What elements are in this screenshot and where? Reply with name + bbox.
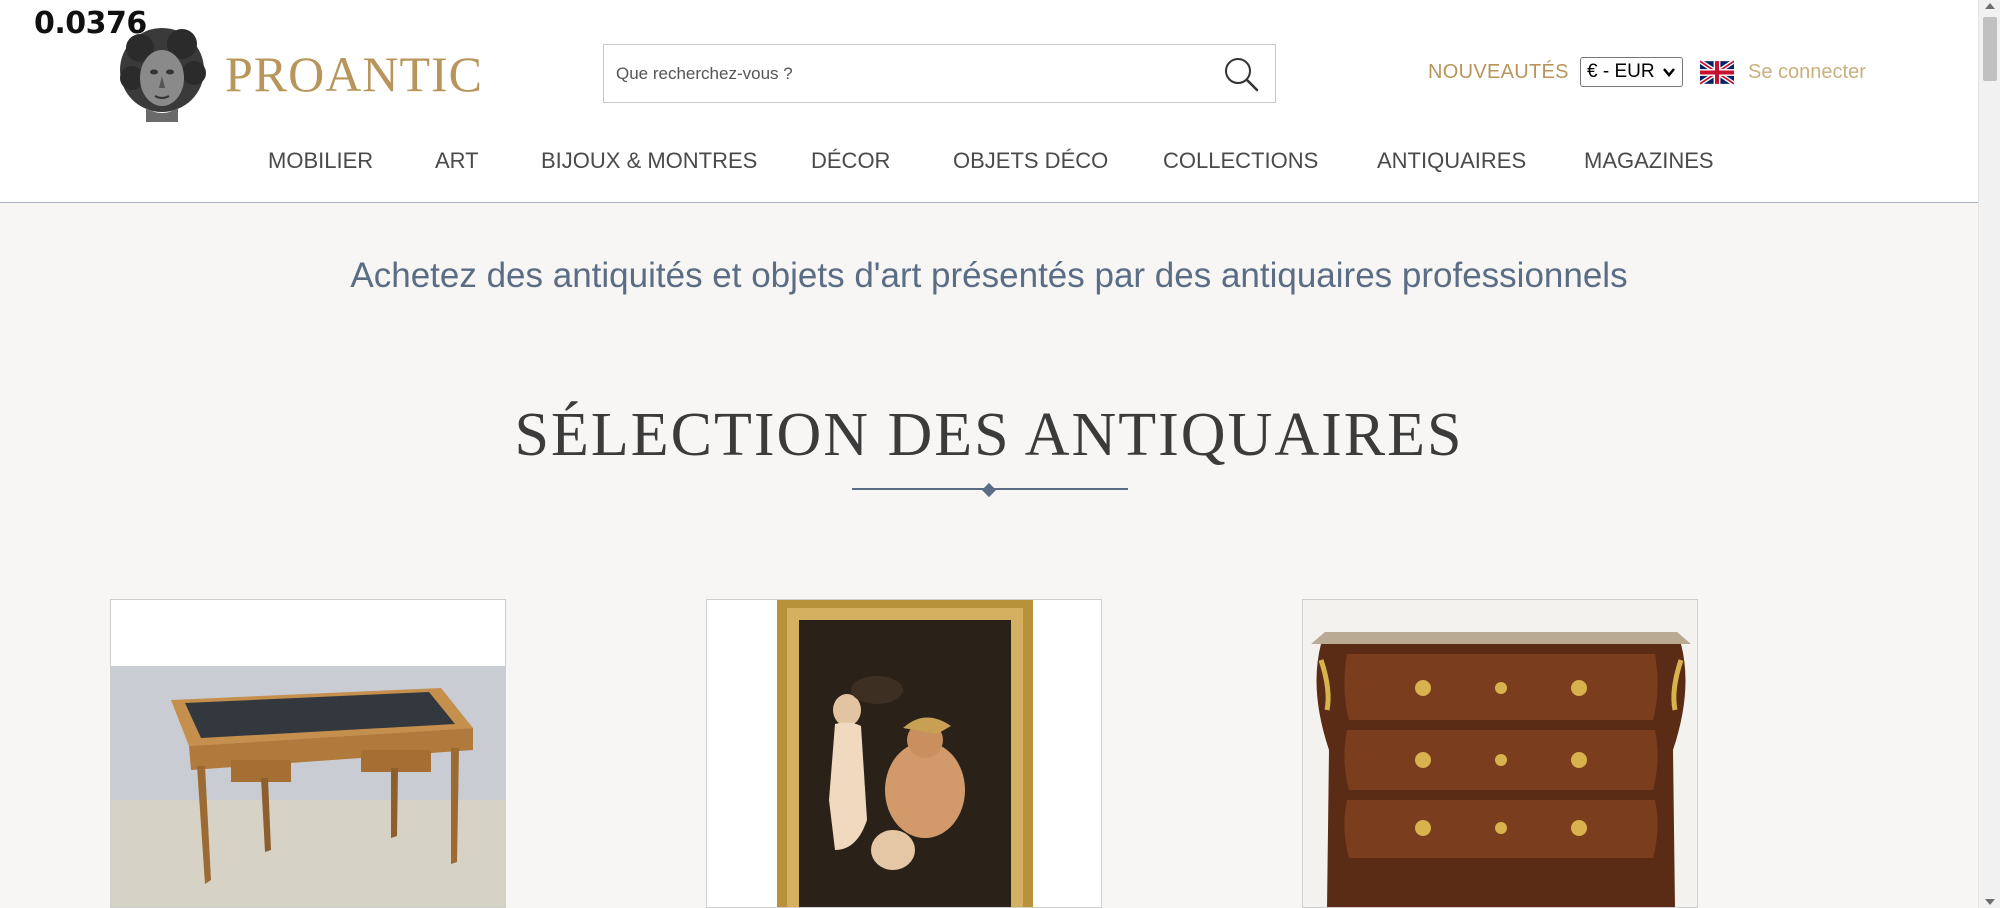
scroll-up-arrow-icon[interactable] [1985,3,1995,9]
scrollbar-thumb[interactable] [1983,17,1997,81]
nav-item-objets-deco[interactable]: OBJETS DÉCO [953,148,1108,174]
scroll-down-arrow-icon[interactable] [1985,899,1995,905]
product-card[interactable] [1302,599,1698,908]
currency-select[interactable]: € - EUR [1580,57,1683,87]
section-title: SÉLECTION DES ANTIQUAIRES [514,401,1464,469]
product-card[interactable] [110,599,506,908]
product-card[interactable] [706,599,1102,908]
nav-item-antiquaires[interactable]: ANTIQUAIRES [1377,148,1526,174]
page-scrollbar[interactable] [1978,0,2000,908]
search-icon[interactable] [1221,54,1261,94]
overlay-value: 0.0376 [34,6,147,41]
nav-item-magazines[interactable]: MAGAZINES [1584,148,1714,174]
search-box [603,44,1276,103]
site-header: PROANTIC NOUVEAUTÉS € - EUR Se connecter… [0,0,1978,203]
chevron-down-icon [1663,68,1675,77]
tagline: Achetez des antiquités et objets d'art p… [350,256,1628,295]
nav-item-mobilier[interactable]: MOBILIER [268,148,373,174]
product-image-desk[interactable] [111,600,506,908]
main-nav: MOBILIER ART BIJOUX & MONTRES DÉCOR OBJE… [0,148,1978,178]
title-divider-ornament [981,482,997,498]
product-image-painting[interactable] [707,600,1102,908]
search-input[interactable] [616,59,1196,89]
login-link[interactable]: Se connecter [1748,61,1866,84]
logo-text[interactable]: PROANTIC [225,44,483,104]
nav-item-bijoux-montres[interactable]: BIJOUX & MONTRES [541,148,757,174]
currency-selected-value: € - EUR [1587,61,1655,82]
nav-item-collections[interactable]: COLLECTIONS [1163,148,1318,174]
product-image-commode[interactable] [1303,600,1698,908]
uk-flag-icon[interactable] [1700,60,1734,85]
nouveautes-link[interactable]: NOUVEAUTÉS [1428,61,1569,84]
nav-item-art[interactable]: ART [435,148,479,174]
nav-item-decor[interactable]: DÉCOR [811,148,890,174]
